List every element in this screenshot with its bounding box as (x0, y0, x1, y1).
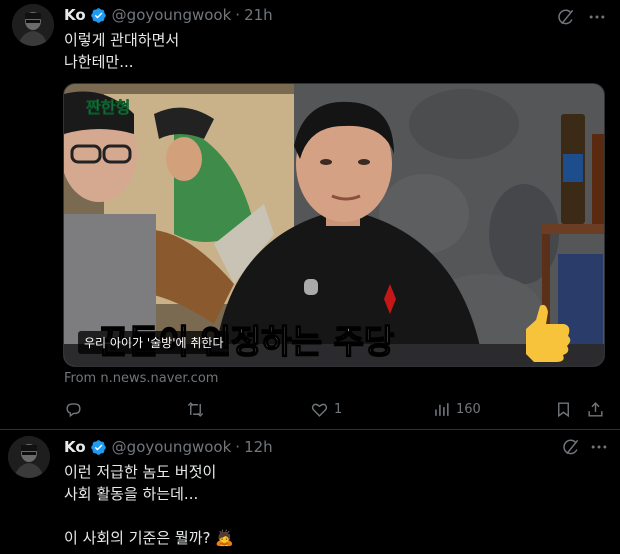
tweet-text-line: 이런 저급한 놈도 버젓이 (64, 463, 217, 481)
subtitle-small: 우리 아이가 '술방'에 취한다 (78, 331, 230, 354)
show-title: 짠한형 (86, 98, 131, 118)
reply-icon (66, 403, 81, 418)
tweet-1[interactable]: Ko @goyoungwook · 21h 이렇게 관대하면서 나한테만... (0, 0, 620, 430)
like-button[interactable]: 1 (310, 400, 342, 419)
repost-button[interactable] (186, 400, 210, 419)
tweet-2[interactable]: Ko @goyoungwook · 12h 이런 저급한 놈도 버젓이 사회 활… (0, 430, 620, 554)
tweet-text-line: 이렇게 관대하면서 (64, 31, 180, 49)
separator-dot: · (235, 6, 241, 24)
tweet-text-line: 사회 활동을 하는데... (64, 485, 199, 503)
like-icon (311, 403, 328, 417)
reply-button[interactable] (64, 400, 88, 419)
timestamp[interactable]: 21h (244, 6, 273, 24)
views-button[interactable]: 160 (432, 400, 481, 419)
avatar[interactable] (12, 4, 54, 46)
author-name[interactable]: Ko (64, 438, 86, 456)
tweet-media[interactable]: 짠한형 꾼들이 인정하는 주당 우리 아이가 '술방'에 취한다 (63, 83, 605, 367)
share-button[interactable] (586, 400, 605, 419)
author-handle[interactable]: @goyoungwook (112, 6, 232, 24)
more-icon[interactable] (587, 7, 607, 27)
grok-icon[interactable] (561, 437, 581, 457)
repost-icon (187, 402, 204, 417)
link-source[interactable]: From n.news.naver.com (64, 371, 218, 386)
avatar[interactable] (8, 436, 50, 478)
separator-dot: · (235, 438, 241, 456)
grok-icon[interactable] (556, 7, 576, 27)
verified-icon (90, 439, 106, 455)
tweet-text-line: 나한테만... (64, 53, 134, 71)
verified-icon (90, 7, 106, 23)
timestamp[interactable]: 12h (244, 438, 273, 456)
views-icon (435, 403, 449, 416)
tweet-header: Ko @goyoungwook · 12h (64, 438, 273, 456)
tweet-text-line: 이 사회의 기준은 뭘까? 🙇 (64, 529, 234, 547)
author-name[interactable]: Ko (64, 6, 86, 24)
views-count: 160 (456, 402, 481, 417)
bookmark-icon (558, 402, 569, 418)
author-handle[interactable]: @goyoungwook (112, 438, 232, 456)
like-count: 1 (334, 402, 343, 417)
bookmark-button[interactable] (554, 400, 573, 419)
share-icon (588, 402, 603, 417)
tweet-header: Ko @goyoungwook · 21h (64, 6, 273, 24)
more-icon[interactable] (589, 437, 609, 457)
